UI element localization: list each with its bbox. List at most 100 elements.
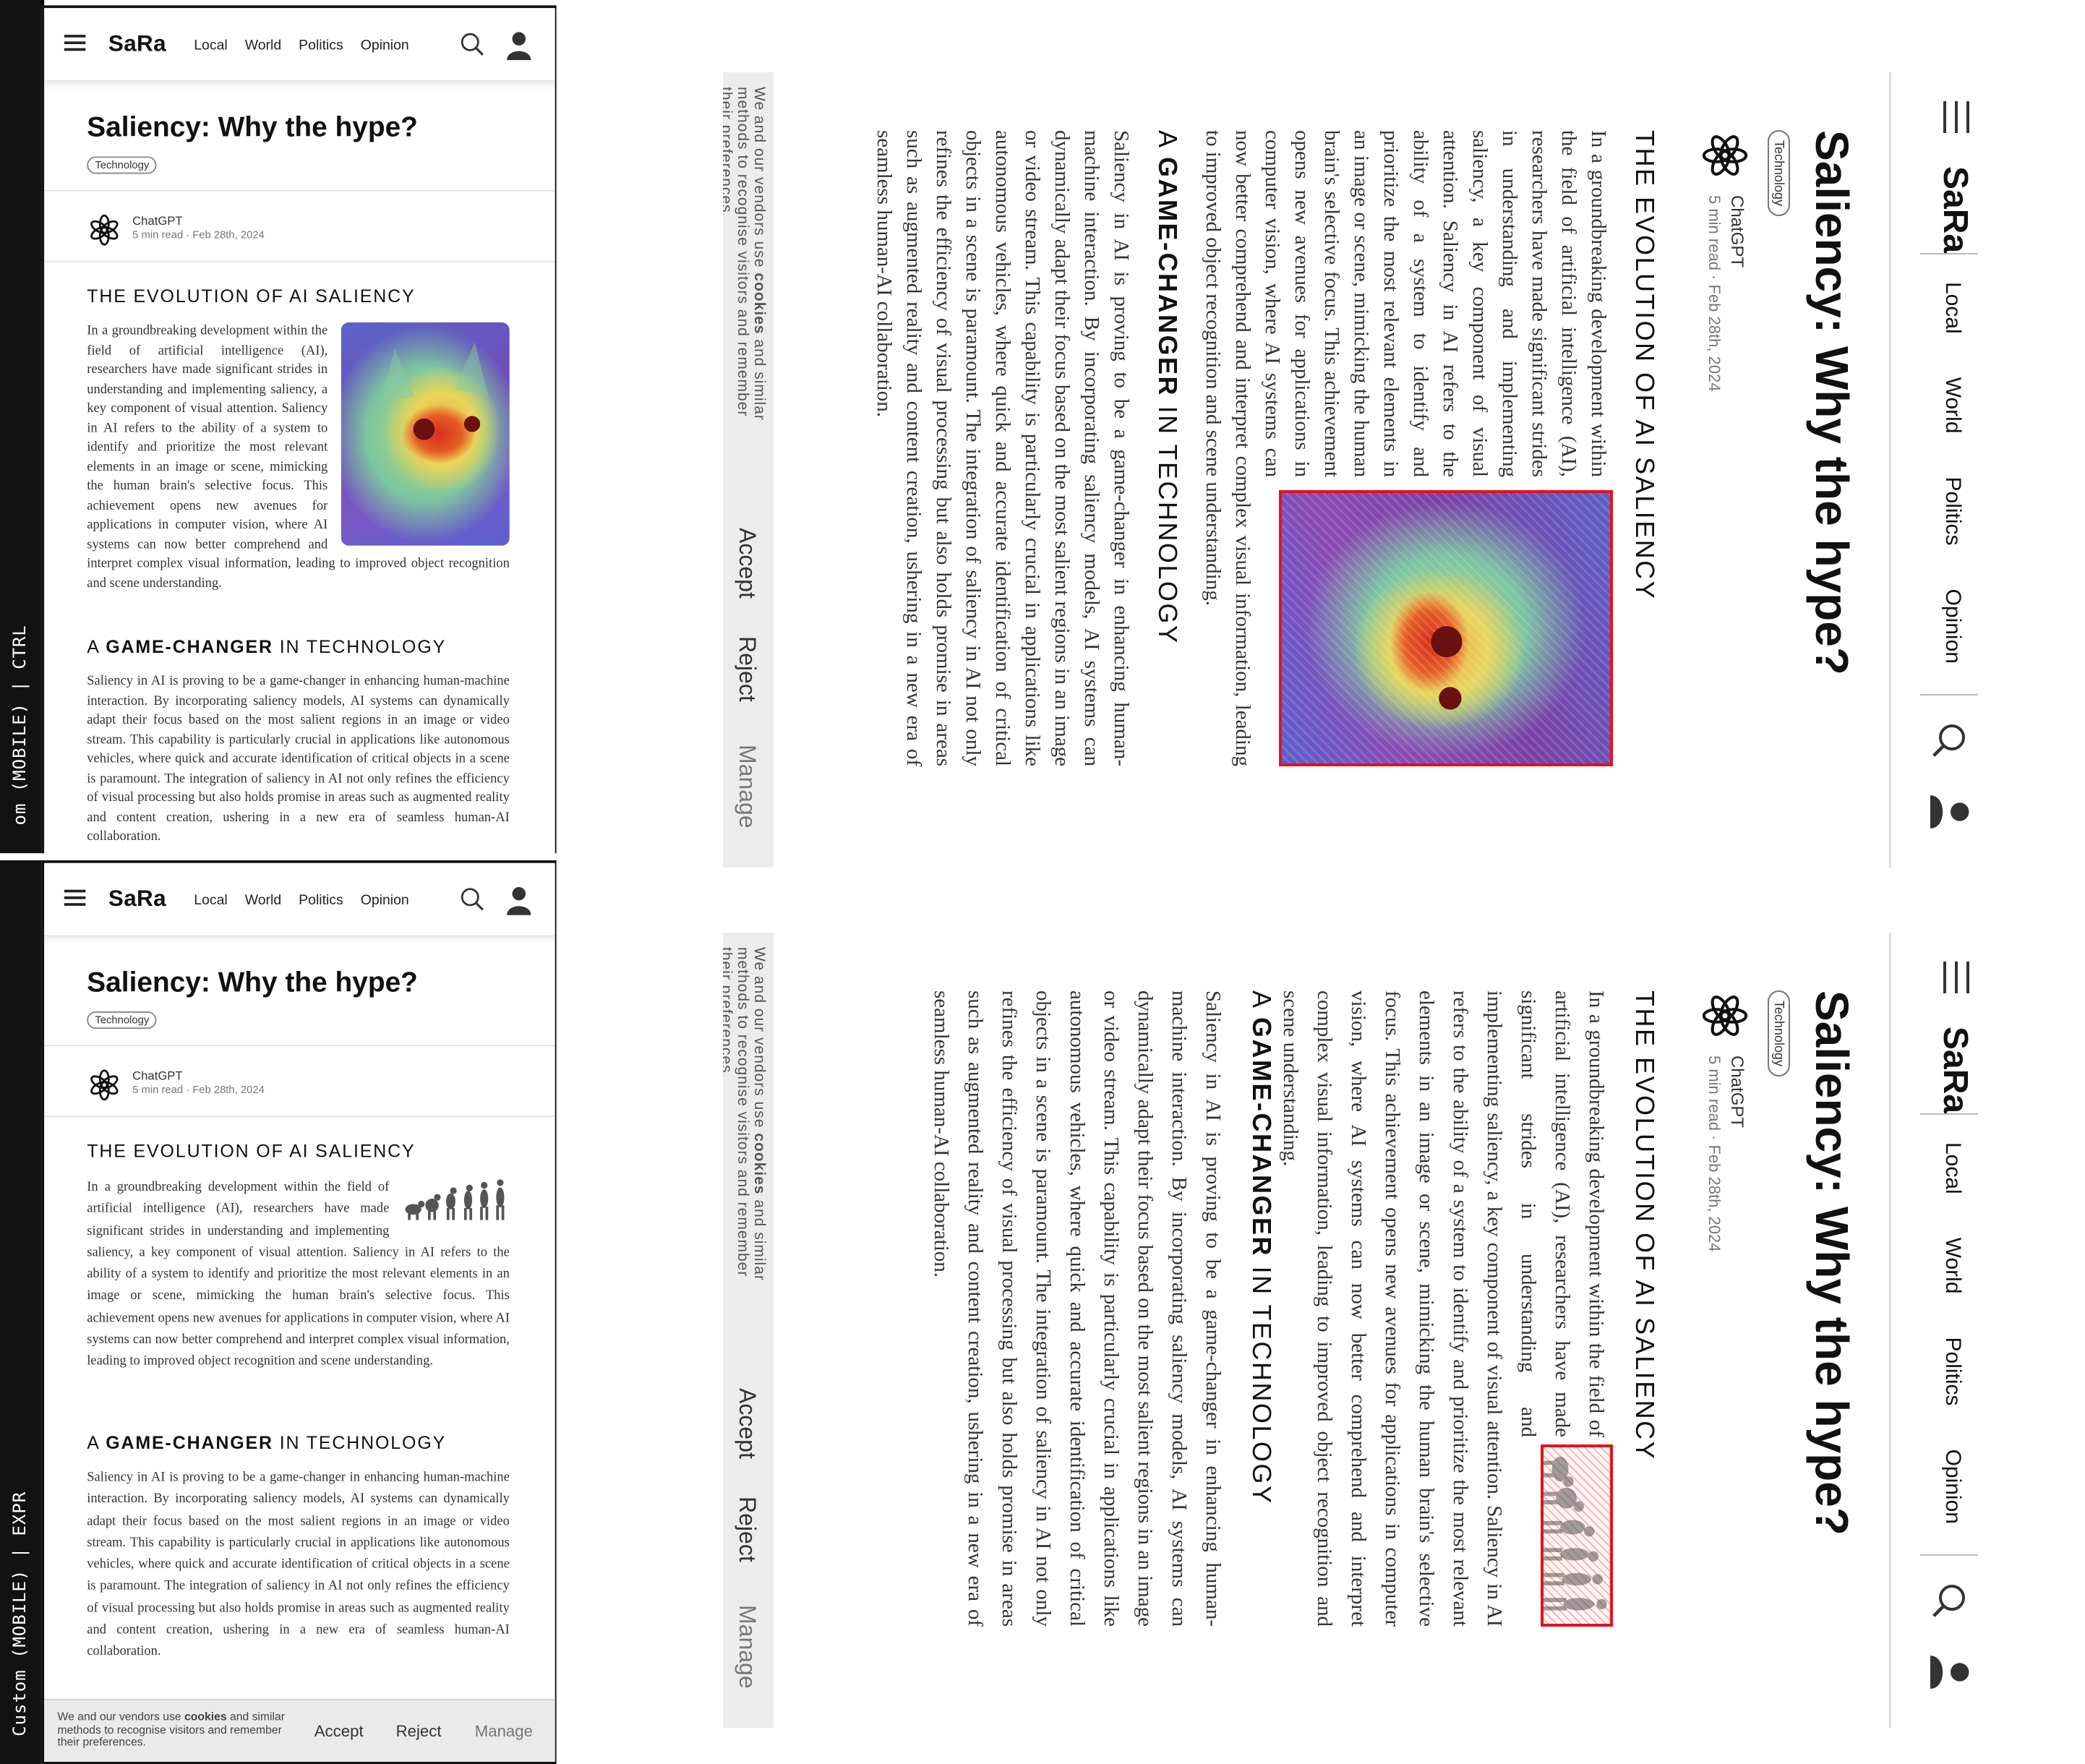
manage-button[interactable]: Manage xyxy=(734,1605,761,1689)
section1-paragraph: In a groundbreaking development within t… xyxy=(1198,130,1613,766)
article-title: Saliency: Why the hype? xyxy=(1806,990,1858,1536)
search-icon[interactable] xyxy=(460,32,484,56)
cookie-banner: We and our vendors use cookies and simil… xyxy=(723,933,774,1728)
section1-heading: THE EVOLUTION OF AI SALIENCY xyxy=(87,286,416,307)
user-icon[interactable] xyxy=(507,886,531,915)
panel-sidebar: Custom (MOBILE) | EXPR xyxy=(0,860,45,1764)
reject-button[interactable]: Reject xyxy=(734,1497,761,1562)
nav-link-world[interactable]: World xyxy=(245,38,281,53)
section2-heading: A GAME-CHANGER IN TECHNOLOGY xyxy=(1153,130,1183,645)
site-logo[interactable]: SaRa xyxy=(1935,166,1975,253)
openai-logo-icon xyxy=(1700,130,1750,181)
manage-button[interactable]: Manage xyxy=(475,1721,533,1740)
cat-eyes xyxy=(1431,626,1463,710)
author-name: ChatGPT xyxy=(132,214,183,228)
menu-icon[interactable] xyxy=(1943,962,1969,993)
section1-paragraph: In a groundbreaking development within t… xyxy=(87,322,510,594)
top-nav: SaRa Local World Politics Opinion xyxy=(1889,72,2007,868)
mobile-frame: SaRa Local World Politics Opinion Salien… xyxy=(41,5,557,854)
nav-links: Local World Politics Opinion xyxy=(1940,282,1965,664)
nav-link-opinion[interactable]: Opinion xyxy=(1940,589,1965,664)
tag-badge[interactable]: Technology xyxy=(87,1011,158,1029)
rotated-page: SaRa Local World Politics Opinion Salien… xyxy=(723,933,2007,1728)
search-icon[interactable] xyxy=(460,887,484,911)
separator xyxy=(1920,1113,1978,1115)
article-meta: 5 min read · Feb 28th, 2024 xyxy=(1705,195,1724,392)
cookie-banner: We and our vendors use cookies and simil… xyxy=(723,72,774,868)
user-icon[interactable] xyxy=(507,31,531,61)
cookie-text: We and our vendors use cookies and simil… xyxy=(723,947,768,1281)
nav-link-local[interactable]: Local xyxy=(1940,282,1965,334)
nav-link-politics[interactable]: Politics xyxy=(1940,477,1965,546)
nav-link-world[interactable]: World xyxy=(1940,377,1965,434)
nav-link-opinion[interactable]: Opinion xyxy=(361,38,409,53)
tag-badge[interactable]: Technology xyxy=(1768,130,1790,217)
article-title: Saliency: Why the hype? xyxy=(87,967,418,998)
mobile-mockup-ctrl: om (MOBILE) | CTRL SaRa Local World Poli… xyxy=(0,0,557,854)
nav-link-politics[interactable]: Politics xyxy=(299,38,343,53)
section1-paragraph: In a groundbreaking development within t… xyxy=(1273,990,1613,1627)
nav-links: Local World Politics Opinion xyxy=(194,892,409,908)
nav-link-local[interactable]: Local xyxy=(194,38,227,53)
article-meta: 5 min read · Feb 28th, 2024 xyxy=(1705,1056,1724,1252)
nav-link-local[interactable]: Local xyxy=(194,892,227,908)
search-icon[interactable] xyxy=(1932,723,1966,758)
section2-heading: A GAME-CHANGER IN TECHNOLOGY xyxy=(87,636,447,657)
evolution-image xyxy=(403,1177,510,1228)
top-nav: SaRa Local World Politics Opinion xyxy=(1889,933,2007,1728)
divider xyxy=(44,1045,555,1047)
nav-link-opinion[interactable]: Opinion xyxy=(361,892,409,908)
divider xyxy=(44,260,555,262)
top-nav: SaRa Local World Politics Opinion xyxy=(44,863,555,937)
nav-links: Local World Politics Opinion xyxy=(1940,1142,1965,1524)
search-icon[interactable] xyxy=(1932,1583,1966,1618)
tag-badge[interactable]: Technology xyxy=(87,156,158,174)
article-title: Saliency: Why the hype? xyxy=(1806,130,1858,675)
separator xyxy=(1920,694,1978,695)
nav-link-politics[interactable]: Politics xyxy=(299,892,343,908)
nav-link-opinion[interactable]: Opinion xyxy=(1940,1450,1965,1524)
cat-saliency-highlight xyxy=(1279,490,1613,766)
user-icon[interactable] xyxy=(1930,1656,1971,1689)
menu-icon[interactable] xyxy=(64,889,86,906)
nav-link-world[interactable]: World xyxy=(1940,1238,1965,1294)
section2-paragraph: Saliency in AI is proving to be a game-c… xyxy=(87,674,510,844)
cat-image xyxy=(341,322,510,546)
nav-link-world[interactable]: World xyxy=(245,892,281,908)
author-name: ChatGPT xyxy=(1727,195,1747,268)
panel-label: Custom (MOBILE) | EXPR xyxy=(10,1491,31,1737)
section2-heading: A GAME-CHANGER IN TECHNOLOGY xyxy=(1247,990,1277,1505)
site-logo[interactable]: SaRa xyxy=(1935,1027,1975,1113)
accept-button[interactable]: Accept xyxy=(314,1721,364,1740)
panel-expr: Custom (MOBILE) | EXPR SaRa Local World … xyxy=(0,860,557,1764)
manage-button[interactable]: Manage xyxy=(734,745,761,829)
tag-badge[interactable]: Technology xyxy=(1768,990,1790,1077)
author-name: ChatGPT xyxy=(132,1069,183,1083)
menu-icon[interactable] xyxy=(64,35,86,51)
rotated-page: SaRa Local World Politics Opinion Salien… xyxy=(723,72,2007,868)
user-icon[interactable] xyxy=(1930,795,1971,829)
section1-paragraph: In a groundbreaking development within t… xyxy=(87,1177,510,1373)
menu-icon[interactable] xyxy=(1943,101,1969,133)
article-meta: 5 min read · Feb 28th, 2024 xyxy=(132,228,265,241)
accept-button[interactable]: Accept xyxy=(734,1388,761,1459)
separator xyxy=(1920,253,1978,254)
divider xyxy=(44,1116,555,1118)
panel-label: om (MOBILE) | CTRL xyxy=(10,625,31,826)
mobile-mockup-expr: Custom (MOBILE) | EXPR SaRa Local World … xyxy=(0,860,557,1764)
site-logo[interactable]: SaRa xyxy=(108,886,166,912)
reject-button[interactable]: Reject xyxy=(734,636,761,702)
reject-button[interactable]: Reject xyxy=(396,1721,442,1740)
cookie-banner: We and our vendors use cookies and simil… xyxy=(44,1698,555,1762)
nav-link-local[interactable]: Local xyxy=(1940,1142,1965,1194)
rotated-panel-ctrl: SaRa Local World Politics Opinion Salien… xyxy=(723,72,2007,868)
accept-button[interactable]: Accept xyxy=(734,528,761,599)
nav-link-politics[interactable]: Politics xyxy=(1940,1337,1965,1406)
human-evolution-icon xyxy=(403,1177,510,1220)
mobile-frame: SaRa Local World Politics Opinion Salien… xyxy=(41,860,557,1764)
separator xyxy=(1920,1554,1978,1556)
section1-heading: THE EVOLUTION OF AI SALIENCY xyxy=(87,1141,416,1162)
author-name: ChatGPT xyxy=(1727,1056,1747,1129)
site-logo[interactable]: SaRa xyxy=(108,31,166,58)
section1-heading: THE EVOLUTION OF AI SALIENCY xyxy=(1630,990,1660,1461)
